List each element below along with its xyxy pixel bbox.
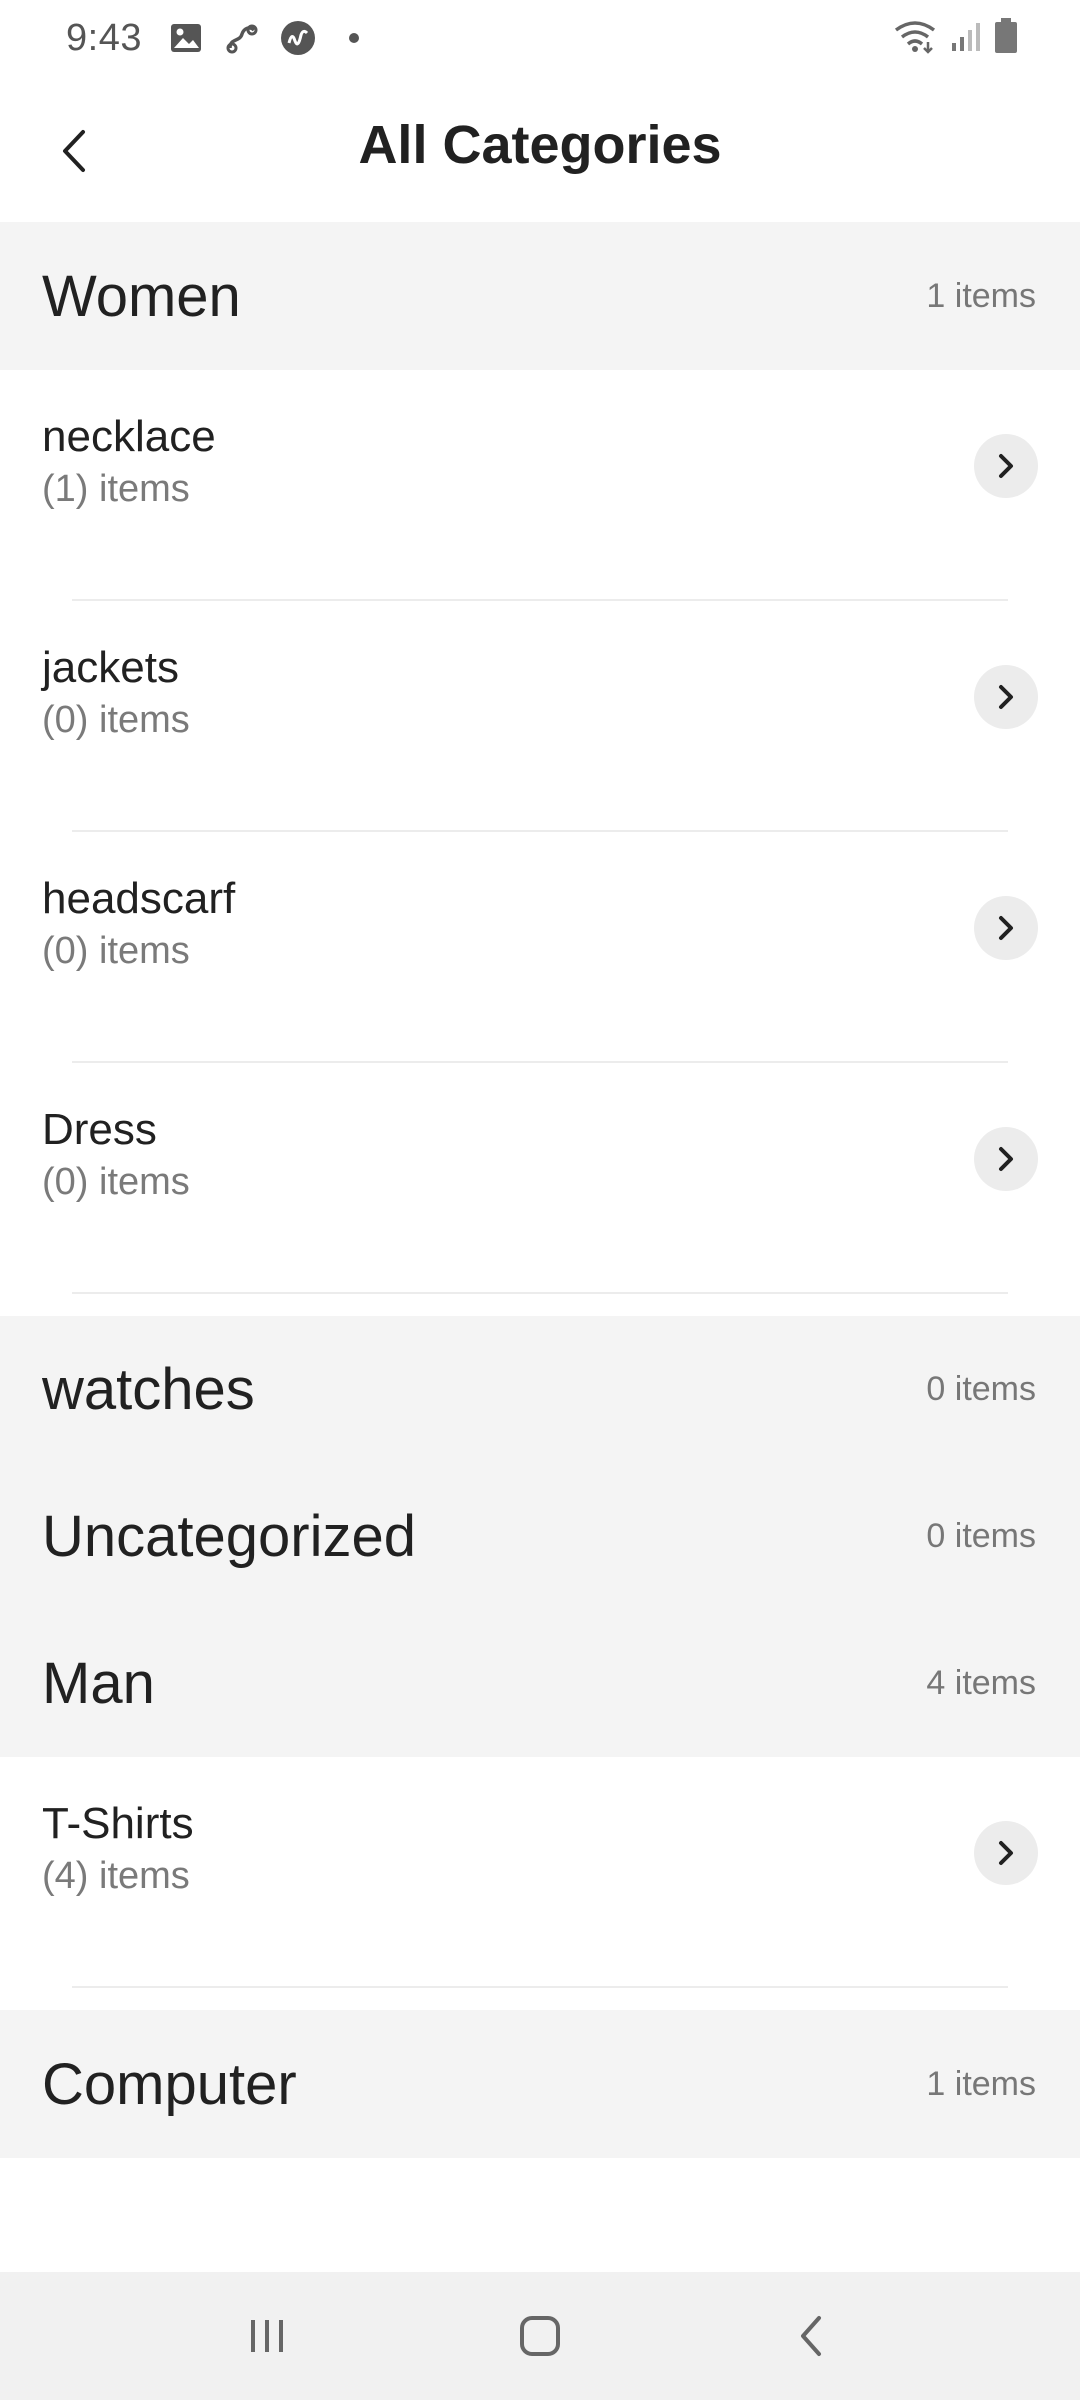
status-bar: 9:43 <box>0 0 1080 76</box>
back-icon <box>801 2316 822 2356</box>
category-header-man[interactable]: Man 4 items <box>0 1610 1080 1757</box>
subcategory-count: (1) items <box>42 468 190 510</box>
category-header-women[interactable]: Women 1 items <box>0 222 1080 370</box>
gallery-icon <box>166 18 206 58</box>
status-right <box>892 17 1020 60</box>
subcategory-count: (0) items <box>42 930 190 972</box>
subcategory-name: headscarf <box>42 874 236 923</box>
subcategory-t-shirts[interactable]: T-Shirts (4) items <box>0 1757 1080 1988</box>
subcategory-name: Dress <box>42 1105 157 1154</box>
subcategory-name: necklace <box>42 412 216 461</box>
category-name: Uncategorized <box>42 1504 416 1569</box>
section-gap <box>0 1294 1080 1316</box>
category-list: Women 1 items necklace (1) items jackets… <box>0 222 1080 2158</box>
recents-icon <box>250 2320 283 2352</box>
status-left: 9:43 <box>66 17 390 60</box>
page-title: All Categories <box>358 115 722 175</box>
open-subcategory-button[interactable] <box>974 1127 1038 1191</box>
subcategory-headscarf[interactable]: headscarf (0) items <box>0 832 1080 1063</box>
app-header: All Categories <box>0 76 1080 222</box>
category-name: watches <box>42 1357 255 1422</box>
status-time: 9:43 <box>66 16 142 59</box>
subcategory-name: T-Shirts <box>42 1799 194 1848</box>
chevron-right-icon <box>999 1841 1013 1865</box>
open-subcategory-button[interactable] <box>974 1821 1038 1885</box>
home-button[interactable] <box>490 2286 590 2386</box>
subcategory-count: (0) items <box>42 1161 190 1203</box>
battery-icon <box>992 17 1020 60</box>
nav-back-button[interactable] <box>763 2286 863 2386</box>
subcategory-count: (0) items <box>42 699 190 741</box>
chevron-right-icon <box>999 454 1013 478</box>
system-nav-bar <box>0 2272 1080 2400</box>
category-name: Women <box>42 263 241 329</box>
recents-button[interactable] <box>217 2286 317 2386</box>
wifi-icon <box>892 18 938 59</box>
category-header-uncategorized[interactable]: Uncategorized 0 items <box>0 1463 1080 1610</box>
subcategory-name: jackets <box>42 643 179 692</box>
link-icon <box>222 18 262 58</box>
category-header-watches[interactable]: watches 0 items <box>0 1316 1080 1463</box>
open-subcategory-button[interactable] <box>974 665 1038 729</box>
open-subcategory-button[interactable] <box>974 434 1038 498</box>
category-count: 0 items <box>926 1370 1036 1408</box>
chevron-right-icon <box>999 916 1013 940</box>
subcategory-count: (4) items <box>42 1855 190 1897</box>
chevron-right-icon <box>999 1147 1013 1171</box>
subcategory-necklace[interactable]: necklace (1) items <box>0 370 1080 601</box>
subcategory-jackets[interactable]: jackets (0) items <box>0 601 1080 832</box>
section-gap <box>0 1988 1080 2010</box>
category-name: Computer <box>42 2051 297 2117</box>
category-count: 0 items <box>926 1517 1036 1555</box>
category-count: 4 items <box>926 1664 1036 1702</box>
subcategory-dress[interactable]: Dress (0) items <box>0 1063 1080 1294</box>
open-subcategory-button[interactable] <box>974 896 1038 960</box>
category-count: 1 items <box>926 2064 1036 2103</box>
divider <box>72 1986 1008 1988</box>
category-count: 1 items <box>926 276 1036 315</box>
category-header-computer[interactable]: Computer 1 items <box>0 2010 1080 2158</box>
signal-icon <box>948 19 982 58</box>
divider <box>72 1292 1008 1294</box>
home-icon <box>519 2316 560 2356</box>
category-name: Man <box>42 1651 155 1716</box>
screen: 9:43 All Categories Women 1 items neckla… <box>0 0 1080 2400</box>
app-icon <box>278 18 318 58</box>
dot-icon <box>334 18 374 58</box>
chevron-right-icon <box>999 685 1013 709</box>
